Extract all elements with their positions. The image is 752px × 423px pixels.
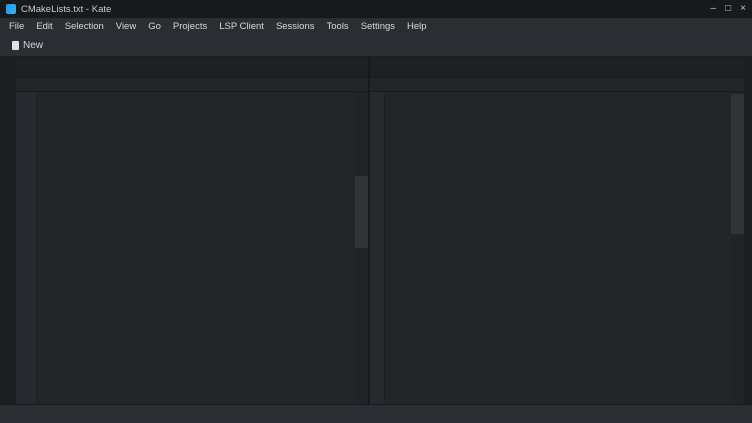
editor[interactable]: [370, 92, 744, 404]
menu-item-view[interactable]: View: [110, 20, 142, 33]
maximize-button[interactable]: □: [725, 4, 731, 14]
kate-window: CMakeLists.txt - Kate –□ × FileEditSelect…: [0, 0, 752, 423]
line-numbers: [370, 92, 385, 404]
menu-item-tools[interactable]: Tools: [321, 20, 355, 33]
new-document-icon: [12, 41, 19, 50]
kate-app-icon: [6, 4, 16, 14]
minimap-viewport[interactable]: [731, 94, 744, 234]
minimap-viewport[interactable]: [355, 176, 368, 248]
breadcrumb: [370, 77, 744, 92]
main-area: [0, 57, 752, 404]
titlebar: CMakeLists.txt - Kate –□ ×: [0, 0, 752, 18]
statusbar: [0, 404, 752, 423]
menu-item-edit[interactable]: Edit: [30, 20, 58, 33]
line-numbers: [16, 92, 37, 404]
menu-item-sessions[interactable]: Sessions: [270, 20, 321, 33]
left-sidebar: [0, 57, 16, 404]
toolbar: New: [0, 34, 752, 57]
minimap[interactable]: [731, 92, 744, 404]
right-sidebar: [744, 57, 752, 404]
tabbar: [16, 57, 368, 77]
window-controls: –□ ×: [711, 4, 746, 14]
window-title: CMakeLists.txt - Kate: [21, 4, 111, 15]
menu-item-settings[interactable]: Settings: [355, 20, 401, 33]
code-area[interactable]: [37, 92, 355, 404]
tabbar: [370, 57, 744, 77]
code-area[interactable]: [385, 92, 731, 404]
minimap[interactable]: [355, 92, 368, 404]
close-button[interactable]: ×: [740, 4, 746, 14]
menu-item-lsp-client[interactable]: LSP Client: [213, 20, 270, 33]
new-button-label: New: [23, 40, 43, 51]
minimize-button[interactable]: –: [711, 4, 717, 14]
menu-item-go[interactable]: Go: [142, 20, 167, 33]
menu-item-help[interactable]: Help: [401, 20, 433, 33]
breadcrumb: [16, 77, 368, 92]
menubar: FileEditSelectionViewGoProjectsLSP Clien…: [0, 18, 752, 34]
menu-item-selection[interactable]: Selection: [59, 20, 110, 33]
menu-item-projects[interactable]: Projects: [167, 20, 213, 33]
menu-item-file[interactable]: File: [3, 20, 30, 33]
editor-pane-left: [16, 57, 368, 404]
editor[interactable]: [16, 92, 368, 404]
editor-pane-right: [370, 57, 744, 404]
new-button[interactable]: New: [5, 38, 50, 53]
